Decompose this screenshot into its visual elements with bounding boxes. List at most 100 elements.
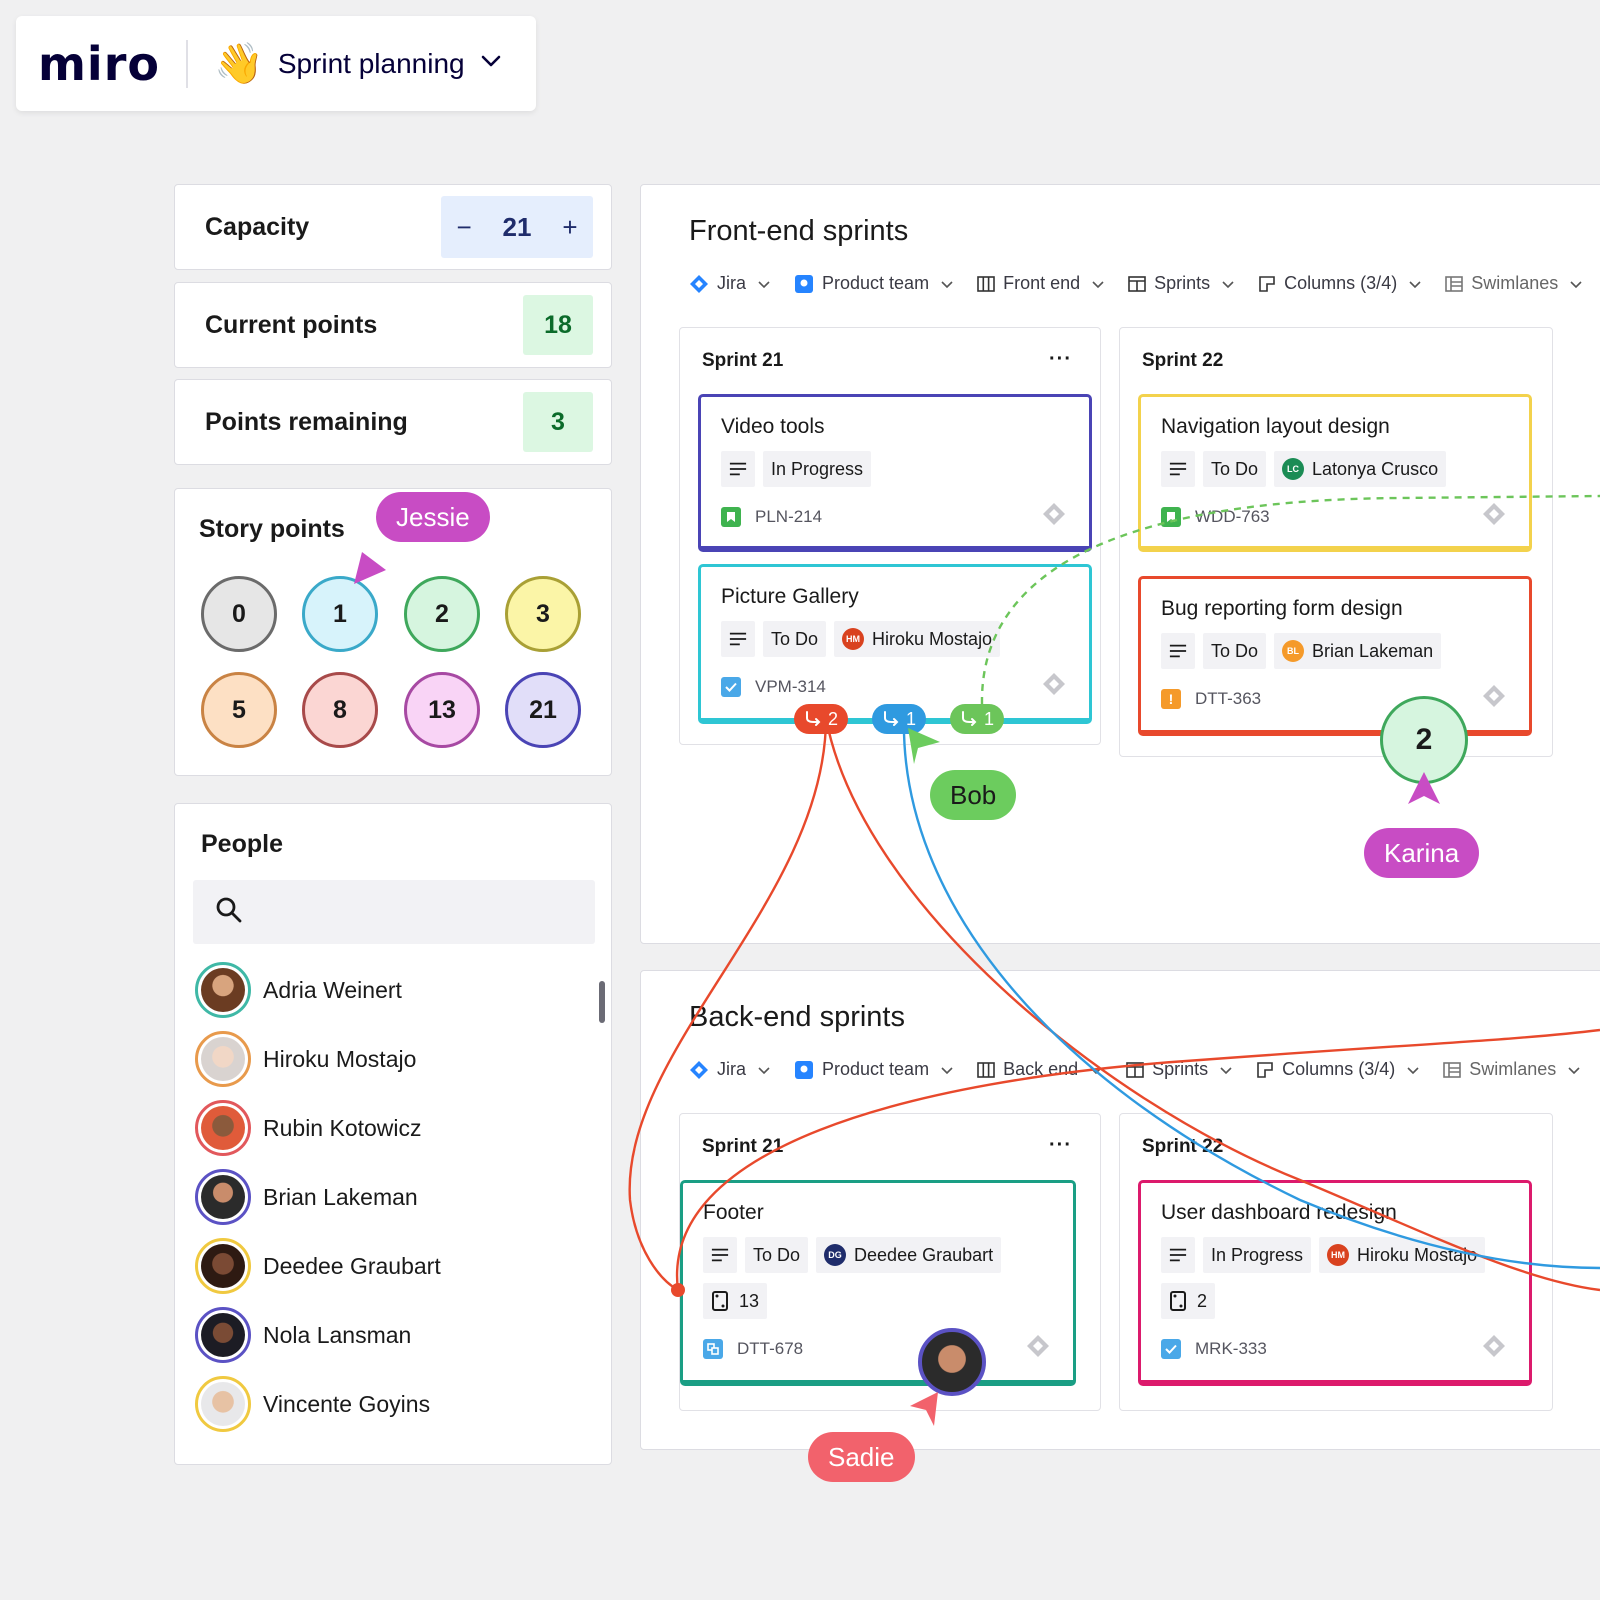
jira-filter[interactable]: Jira — [689, 273, 770, 294]
assignee-chip[interactable]: LC Latonya Crusco — [1274, 451, 1447, 487]
team-filter[interactable]: Product team — [794, 1059, 953, 1080]
team-filter[interactable]: Product team — [794, 273, 953, 294]
avatar — [195, 1031, 251, 1087]
more-menu-icon[interactable]: ··· — [1049, 1134, 1072, 1157]
card-footer[interactable]: Footer To Do DG Deedee Graubart 13 DTT-67… — [680, 1180, 1076, 1386]
sprint-column: Sprint 22 User dashboard redesign In Pro… — [1119, 1113, 1553, 1411]
person-item[interactable]: Brian Lakeman — [195, 1169, 418, 1225]
assignee-chip[interactable]: HM Hiroku Mostajo — [1319, 1237, 1486, 1273]
card-video-tools[interactable]: Video tools In Progress PLN-214 — [698, 394, 1092, 552]
column-title: Sprint 21 — [702, 350, 784, 371]
dependency-badge[interactable]: 1 — [950, 704, 1005, 734]
jira-sync-icon — [1041, 501, 1067, 532]
board-header: miro 👋 Sprint planning — [16, 16, 536, 111]
story-point-2[interactable]: 2 — [404, 576, 480, 652]
person-item[interactable]: Nola Lansman — [195, 1307, 411, 1363]
avatar — [195, 1100, 251, 1156]
increment-button[interactable]: + — [562, 212, 577, 243]
assignee-chip[interactable]: DG Deedee Graubart — [816, 1237, 1002, 1273]
card-user-dashboard[interactable]: User dashboard redesign In Progress HM Hi… — [1138, 1180, 1532, 1386]
card-picture-gallery[interactable]: Picture Gallery To Do HM Hiroku Mostajo V… — [698, 564, 1092, 724]
card-navigation-layout[interactable]: Navigation layout design To Do LC Latonya… — [1138, 394, 1532, 552]
columns-filter[interactable]: Columns (3/4) — [1256, 1059, 1419, 1080]
people-search-input[interactable] — [193, 880, 595, 944]
person-name: Adria Weinert — [263, 976, 402, 1003]
description-icon[interactable] — [1161, 633, 1195, 669]
status-chip[interactable]: In Progress — [763, 451, 872, 487]
story-points-title: Story points — [199, 515, 345, 543]
wave-emoji-icon: 👋 — [214, 42, 264, 86]
decrement-button[interactable]: − — [456, 212, 471, 243]
status-chip[interactable]: In Progress — [1203, 1237, 1312, 1273]
board-name[interactable]: Sprint planning — [278, 48, 465, 80]
assignee-chip[interactable]: HM Hiroku Mostajo — [834, 621, 1001, 657]
swimlanes-icon — [1445, 275, 1464, 293]
description-icon[interactable] — [721, 451, 755, 487]
jira-icon — [689, 274, 709, 294]
columns-label: Columns (3/4) — [1284, 273, 1398, 293]
story-point-5[interactable]: 5 — [201, 672, 277, 748]
more-menu-icon[interactable]: ··· — [1049, 348, 1072, 371]
chevron-down-icon[interactable] — [481, 54, 501, 73]
sprints-filter[interactable]: Sprints — [1128, 273, 1234, 294]
miro-logo[interactable]: miro — [38, 37, 160, 91]
points-remaining-panel: Points remaining 3 — [174, 379, 612, 465]
current-points-value: 18 — [523, 295, 593, 355]
column-layout-icon — [1258, 275, 1276, 293]
status-chip[interactable]: To Do — [1203, 451, 1267, 487]
description-icon[interactable] — [703, 1237, 737, 1273]
cursor-label-sadie: Sadie — [808, 1432, 915, 1482]
sprints-label: Sprints — [1154, 273, 1211, 293]
estimate-chip[interactable]: 13 — [703, 1283, 768, 1319]
people-panel: People Adria Weinert Hiroku Mostajo Rubi… — [174, 803, 612, 1465]
board-filter[interactable]: Front end — [977, 273, 1104, 294]
chevron-down-icon — [941, 273, 953, 294]
swimlanes-filter[interactable]: Swimlanes — [1443, 1059, 1580, 1080]
capacity-stepper[interactable]: − 21 + — [441, 196, 593, 258]
columns-filter[interactable]: Columns (3/4) — [1258, 273, 1421, 294]
jira-filter[interactable]: Jira — [689, 1059, 770, 1080]
person-item[interactable]: Adria Weinert — [195, 962, 402, 1018]
avatar — [195, 1376, 251, 1432]
assignee-chip[interactable]: BL Brian Lakeman — [1274, 633, 1442, 669]
estimate-chip[interactable]: 2 — [1161, 1283, 1216, 1319]
chevron-down-icon — [1222, 273, 1234, 294]
person-item[interactable]: Hiroku Mostajo — [195, 1031, 416, 1087]
status-chip[interactable]: To Do — [1203, 633, 1267, 669]
story-point-13[interactable]: 13 — [404, 672, 480, 748]
card-bug-reporting-form[interactable]: Bug reporting form design To Do BL Brian … — [1138, 576, 1532, 736]
story-point-3[interactable]: 3 — [505, 576, 581, 652]
avatar — [195, 1307, 251, 1363]
team-icon — [794, 1060, 814, 1080]
swimlanes-filter[interactable]: Swimlanes — [1445, 273, 1582, 294]
assignee-name: Latonya Crusco — [1312, 458, 1439, 479]
chevron-down-icon — [1570, 273, 1582, 294]
bug-icon: ! — [1161, 689, 1181, 709]
description-icon[interactable] — [1161, 451, 1195, 487]
scrollbar-thumb[interactable] — [599, 981, 605, 1023]
sprints-filter[interactable]: Sprints — [1126, 1059, 1232, 1080]
board-filter[interactable]: Back end — [977, 1059, 1102, 1080]
jira-label: Jira — [717, 1059, 747, 1079]
person-item[interactable]: Deedee Graubart — [195, 1238, 441, 1294]
description-icon[interactable] — [1161, 1237, 1195, 1273]
status-chip[interactable]: To Do — [745, 1237, 809, 1273]
chevron-down-icon — [1568, 1059, 1580, 1080]
person-item[interactable]: Rubin Kotowicz — [195, 1100, 422, 1156]
status-chip[interactable]: To Do — [763, 621, 827, 657]
capacity-label: Capacity — [205, 212, 310, 241]
story-point-0[interactable]: 0 — [201, 576, 277, 652]
assignee-name: Hiroku Mostajo — [872, 628, 993, 649]
board-label: Back end — [1003, 1059, 1079, 1079]
assignee-name: Deedee Graubart — [854, 1244, 994, 1265]
assignee-avatar: DG — [824, 1244, 847, 1266]
card-key: PLN-214 — [755, 507, 823, 526]
jira-sync-icon — [1481, 683, 1507, 714]
dependency-badge[interactable]: 2 — [794, 704, 849, 734]
description-icon[interactable] — [721, 621, 755, 657]
story-point-8[interactable]: 8 — [302, 672, 378, 748]
story-point-21[interactable]: 21 — [505, 672, 581, 748]
card-key: MRK-333 — [1195, 1339, 1267, 1358]
person-item[interactable]: Vincente Goyins — [195, 1376, 430, 1432]
card-key: WDD-763 — [1195, 507, 1270, 526]
